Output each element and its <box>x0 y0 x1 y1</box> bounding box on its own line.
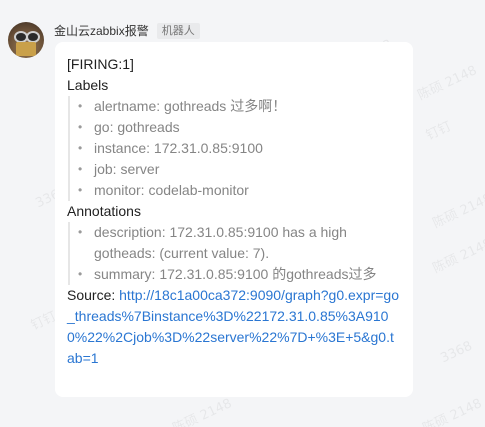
sender-row: 金山云zabbix报警 机器人 <box>54 22 200 39</box>
message-bubble[interactable]: [FIRING:1] Labels alertname: gothreads 过… <box>55 42 413 397</box>
firing-status: [FIRING:1] <box>67 56 134 72</box>
source-line: Source: http://18c1a00ca372:9090/graph?g… <box>67 285 401 369</box>
label-item-monitor: monitor: codelab-monitor <box>74 180 401 201</box>
robot-avatar-icon[interactable] <box>8 22 44 58</box>
label-item-go: go: gothreads <box>74 117 401 138</box>
watermark: 陈硕 2148 <box>430 191 485 232</box>
watermark: 3368 <box>438 338 475 367</box>
bot-tag-badge: 机器人 <box>156 22 200 39</box>
annotation-item-summary: summary: 172.31.0.85:9100 的gothreads过多 <box>74 264 401 285</box>
annotation-item-description: description: 172.31.0.85:9100 has a high… <box>74 222 401 264</box>
label-item-job: job: server <box>74 159 401 180</box>
labels-heading: Labels <box>67 77 109 93</box>
watermark: 钉钉 <box>423 119 454 144</box>
source-label: Source: <box>67 287 120 303</box>
annotations-heading: Annotations <box>67 203 141 219</box>
sender-name[interactable]: 金山云zabbix报警 <box>54 22 149 39</box>
labels-list: alertname: gothreads 过多啊！ go: gothreads … <box>68 96 401 201</box>
watermark: 陈硕 2148 <box>430 236 485 277</box>
watermark: 陈硕 2148 <box>170 396 235 427</box>
watermark: 陈硕 2148 <box>415 63 480 104</box>
annotations-list: description: 172.31.0.85:9100 has a high… <box>68 222 401 285</box>
label-item-alertname: alertname: gothreads 过多啊！ <box>74 96 401 117</box>
avatar-body <box>16 42 36 56</box>
watermark: 陈硕 2148 <box>420 396 485 427</box>
label-item-instance: instance: 172.31.0.85:9100 <box>74 138 401 159</box>
